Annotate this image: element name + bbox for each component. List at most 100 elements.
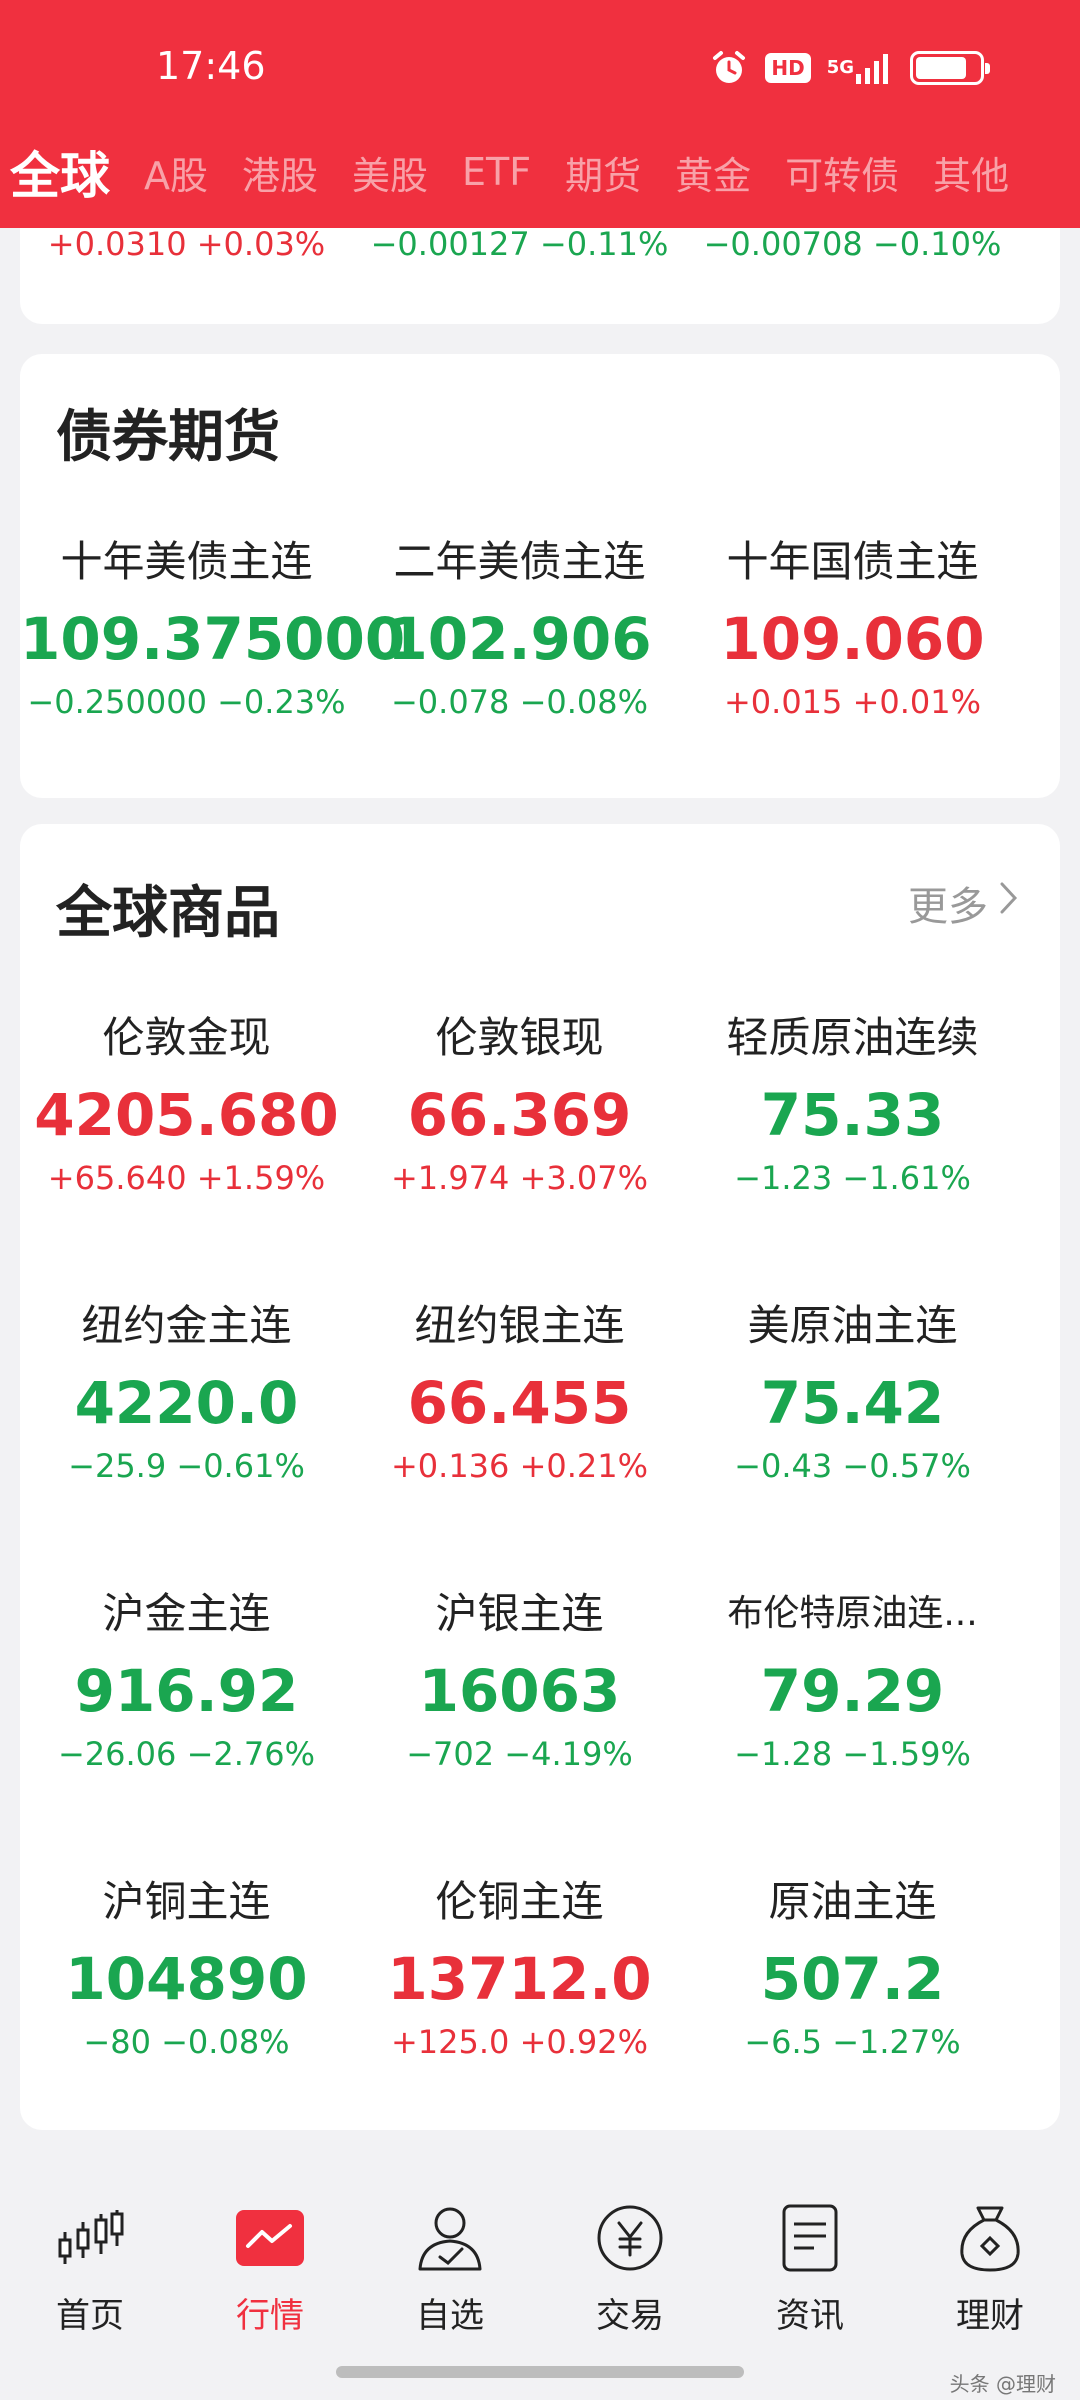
- tab-etf[interactable]: ETF: [462, 150, 531, 194]
- commodity-row: 沪铜主连 104890 −80 −0.08% 伦铜主连 13712.0 +125…: [20, 1872, 1060, 2064]
- quote-cell[interactable]: 沪金主连 916.92 −26.06 −2.76%: [20, 1584, 353, 1776]
- nav-label: 行情: [236, 2296, 304, 2336]
- tab-a-shares[interactable]: A股: [144, 145, 208, 200]
- price: 102.906: [387, 605, 652, 673]
- app-header: 17:46 HD 5G 全球 A股 港股 美股 ETF 期货 黄金 可转债 其他: [0, 0, 1080, 228]
- change-text: −0.43 −0.57%: [734, 1447, 971, 1485]
- quote-cell[interactable]: 沪银主连 16063 −702 −4.19%: [353, 1584, 686, 1776]
- more-link[interactable]: 更多: [908, 874, 1020, 932]
- quote-cell[interactable]: 轻质原油连续 75.33 −1.23 −1.61%: [686, 1008, 1019, 1200]
- quote-cell[interactable]: 沪铜主连 104890 −80 −0.08%: [20, 1872, 353, 2064]
- user-check-icon: [412, 2200, 488, 2276]
- change-text: −1.28 −1.59%: [734, 1735, 971, 1773]
- quote-cell[interactable]: 布伦特原油连... 79.29 −1.28 −1.59%: [686, 1584, 1019, 1776]
- tab-futures[interactable]: 期货: [565, 145, 641, 200]
- change-text: +0.136 +0.21%: [390, 1447, 649, 1485]
- instrument-name: 十年美债主连: [60, 537, 313, 586]
- tab-us-stocks[interactable]: 美股: [352, 145, 428, 200]
- price: 79.29: [760, 1657, 945, 1725]
- quote-cell[interactable]: 纽约金主连 4220.0 −25.9 −0.61%: [20, 1296, 353, 1488]
- tab-other[interactable]: 其他: [933, 145, 1009, 200]
- battery-level: [916, 57, 966, 79]
- nav-market[interactable]: 行情: [180, 2200, 360, 2337]
- network-type: 5G: [826, 57, 854, 78]
- price: 13712.0: [387, 1945, 652, 2013]
- quote-cell[interactable]: 美原油主连 75.42 −0.43 −0.57%: [686, 1296, 1019, 1488]
- quote-cell[interactable]: 伦铜主连 13712.0 +125.0 +0.92%: [353, 1872, 686, 2064]
- price: 109.375000: [20, 605, 406, 673]
- change-text: +0.015 +0.01%: [723, 683, 982, 721]
- status-time: 17:46: [156, 44, 266, 88]
- instrument-name: 纽约金主连: [81, 1301, 292, 1350]
- quote-cell[interactable]: 原油主连 507.2 −6.5 −1.27%: [686, 1872, 1019, 2064]
- market-tabs: 全球 A股 港股 美股 ETF 期货 黄金 可转债 其他: [0, 132, 1080, 212]
- change-text: +125.0 +0.92%: [390, 2023, 649, 2061]
- price: 916.92: [74, 1657, 299, 1725]
- instrument-name: 沪银主连: [435, 1589, 604, 1638]
- bond-futures-card: 债券期货 十年美债主连 109.375000 −0.250000 −0.23% …: [20, 354, 1060, 798]
- change-text: −6.5 −1.27%: [744, 2023, 961, 2061]
- quote-cell[interactable]: 十年美债主连 109.375000 −0.250000 −0.23%: [20, 532, 406, 724]
- instrument-name: 纽约银主连: [414, 1301, 625, 1350]
- more-label: 更多: [908, 884, 988, 930]
- nav-wealth[interactable]: 理财: [900, 2200, 1080, 2337]
- nav-home[interactable]: 首页: [0, 2200, 180, 2337]
- nav-label: 首页: [56, 2296, 124, 2336]
- instrument-name: 布伦特原油连...: [727, 1593, 978, 1634]
- instrument-name: 二年美债主连: [393, 537, 646, 586]
- instrument-name: 沪铜主连: [102, 1877, 271, 1926]
- change-text: +65.640 +1.59%: [47, 1159, 326, 1197]
- instrument-name: 原油主连: [768, 1877, 937, 1926]
- section-title: 债券期货: [56, 405, 280, 470]
- battery-icon: [910, 51, 990, 85]
- instrument-name: 轻质原油连续: [726, 1013, 979, 1062]
- instrument-name: 伦铜主连: [435, 1877, 604, 1926]
- signal-icon: 5G: [827, 50, 894, 86]
- instrument-name: 伦敦金现: [102, 1013, 271, 1062]
- global-commodities-card: 全球商品 更多 伦敦金现 4205.680 +65.640 +1.59% 伦敦银…: [20, 824, 1060, 2130]
- nav-label: 理财: [956, 2296, 1024, 2336]
- instrument-name: 十年国债主连: [726, 537, 979, 586]
- quote-cell[interactable]: 纽约银主连 66.455 +0.136 +0.21%: [353, 1296, 686, 1488]
- change-text: +1.974 +3.07%: [390, 1159, 649, 1197]
- yuan-coin-icon: [592, 2200, 668, 2276]
- chevron-right-icon: [998, 880, 1020, 926]
- price: 66.369: [407, 1081, 632, 1149]
- candlestick-icon: [52, 2200, 128, 2276]
- nav-news[interactable]: 资讯: [720, 2200, 900, 2337]
- change-text: −25.9 −0.61%: [68, 1447, 305, 1485]
- change-text: −1.23 −1.61%: [734, 1159, 971, 1197]
- change-text: −80 −0.08%: [83, 2023, 290, 2061]
- tab-gold[interactable]: 黄金: [675, 145, 751, 200]
- quote-cell[interactable]: 二年美债主连 102.906 −0.078 −0.08%: [353, 532, 686, 724]
- quote-cell[interactable]: 伦敦银现 66.369 +1.974 +3.07%: [353, 1008, 686, 1200]
- tab-global[interactable]: 全球: [10, 136, 110, 208]
- commodity-row: 纽约金主连 4220.0 −25.9 −0.61% 纽约银主连 66.455 +…: [20, 1296, 1060, 1488]
- home-indicator[interactable]: [336, 2366, 744, 2378]
- commodity-row: 沪金主连 916.92 −26.06 −2.76% 沪银主连 16063 −70…: [20, 1584, 1060, 1776]
- change-text: −26.06 −2.76%: [57, 1735, 316, 1773]
- nav-watchlist[interactable]: 自选: [360, 2200, 540, 2337]
- change-text: −0.250000 −0.23%: [27, 683, 346, 721]
- nav-label: 自选: [416, 2296, 484, 2336]
- tab-convertible-bonds[interactable]: 可转债: [785, 145, 899, 200]
- price: 507.2: [760, 1945, 945, 2013]
- instrument-name: 伦敦银现: [435, 1013, 604, 1062]
- section-title: 全球商品: [56, 881, 280, 946]
- watermark: 头条 @理财: [949, 2372, 1056, 2396]
- price: 16063: [418, 1657, 621, 1725]
- quote-cell[interactable]: 伦敦金现 4205.680 +65.640 +1.59%: [20, 1008, 353, 1200]
- change-text: −0.00708 −0.10%: [703, 225, 1002, 263]
- price: 4220.0: [74, 1369, 299, 1437]
- nav-trade[interactable]: 交易: [540, 2200, 720, 2337]
- news-doc-icon: [772, 2200, 848, 2276]
- change-text: −702 −4.19%: [406, 1735, 633, 1773]
- quote-cell[interactable]: 十年国债主连 109.060 +0.015 +0.01%: [686, 532, 1019, 724]
- instrument-name: 沪金主连: [102, 1589, 271, 1638]
- price: 75.42: [760, 1369, 945, 1437]
- tab-hk-stocks[interactable]: 港股: [242, 145, 318, 200]
- market-chart-icon: [232, 2200, 308, 2276]
- bond-row: 十年美债主连 109.375000 −0.250000 −0.23% 二年美债主…: [20, 532, 1060, 724]
- status-icons: HD 5G: [709, 46, 990, 90]
- price: 66.455: [407, 1369, 632, 1437]
